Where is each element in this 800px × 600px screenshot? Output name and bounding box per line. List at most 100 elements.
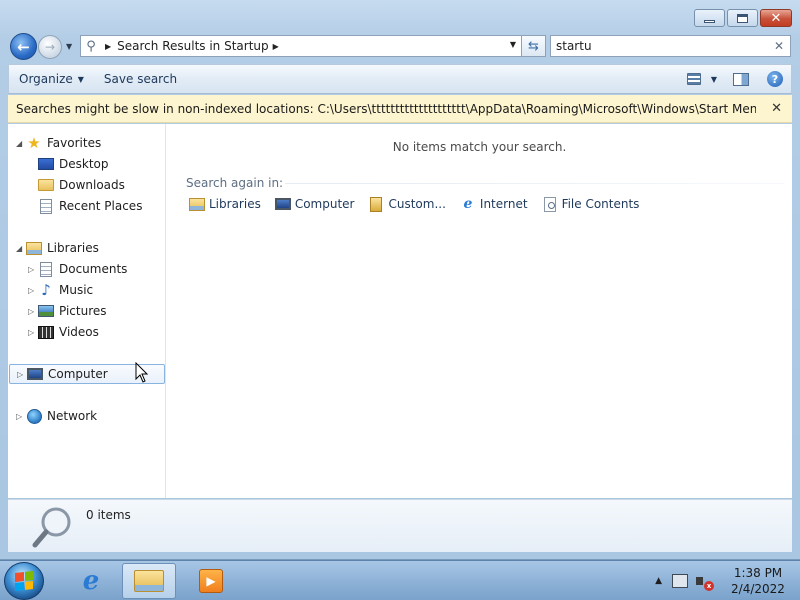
info-bar-message[interactable]: Searches might be slow in non-indexed lo… xyxy=(16,102,756,116)
help-icon[interactable]: ? xyxy=(767,71,783,87)
videos-icon xyxy=(38,324,54,340)
downloads-folder-icon xyxy=(38,177,54,193)
desktop-icon-shape xyxy=(38,158,54,170)
close-button[interactable]: ✕ xyxy=(760,9,792,27)
expand-arrow-icon[interactable]: ▷ xyxy=(28,328,38,337)
network-icon-shape xyxy=(26,408,42,424)
taskbar: e ▶ ▲ x 1:38 PM 2/4/2022 xyxy=(0,560,800,600)
nav-item-videos[interactable]: ▷ Videos xyxy=(28,322,99,342)
search-results-icon: ⚲ xyxy=(86,38,96,54)
clear-search-icon[interactable]: ✕ xyxy=(774,39,784,53)
documents-icon xyxy=(38,261,54,277)
start-button[interactable] xyxy=(4,562,44,600)
expand-arrow-icon[interactable]: ▷ xyxy=(28,286,38,295)
custom-icon-shape xyxy=(370,196,383,212)
nav-item-music[interactable]: ▷ ♪ Music xyxy=(28,280,93,300)
computer-icon-shape xyxy=(27,368,43,380)
save-search-label: Save search xyxy=(103,72,178,86)
nav-item-downloads[interactable]: Downloads xyxy=(38,175,125,195)
expand-arrow-icon[interactable]: ▷ xyxy=(16,412,26,421)
view-options-dropdown-icon[interactable]: ▼ xyxy=(711,75,717,84)
nav-libraries-label: Libraries xyxy=(47,241,99,255)
show-hidden-icons-icon[interactable]: ▲ xyxy=(655,576,662,586)
nav-favorites-label: Favorites xyxy=(47,136,102,150)
nav-item-label: Videos xyxy=(59,325,99,339)
organize-button[interactable]: Organize ▼ xyxy=(9,66,94,92)
volume-muted-icon[interactable]: x xyxy=(696,574,714,591)
magnifier-icon xyxy=(32,507,71,548)
save-search-button[interactable]: Save search xyxy=(94,66,187,92)
libraries-icon xyxy=(189,196,205,212)
refresh-icon: ⇆ xyxy=(528,38,539,54)
info-bar-close-icon[interactable]: ✕ xyxy=(771,101,782,116)
search-again-internet[interactable]: e Internet xyxy=(460,196,527,212)
documents-icon-shape xyxy=(40,261,52,277)
taskbar-internet-explorer[interactable]: e xyxy=(64,563,118,599)
collapse-arrow-icon[interactable]: ◢ xyxy=(16,244,26,253)
breadcrumb-chevron-icon[interactable]: ▶ xyxy=(273,42,279,51)
taskbar-windows-explorer[interactable] xyxy=(122,563,176,599)
custom-icon xyxy=(368,196,384,212)
results-pane[interactable]: No items match your search. Search again… xyxy=(167,124,792,498)
recent-pages-dropdown[interactable]: ▼ xyxy=(66,42,72,51)
refresh-button[interactable]: ⇆ xyxy=(522,35,546,57)
empty-results-message: No items match your search. xyxy=(392,140,567,154)
expand-arrow-icon[interactable]: ▷ xyxy=(28,265,38,274)
back-button[interactable]: ← xyxy=(10,33,37,60)
desktop-icon xyxy=(38,156,54,172)
nav-network-label: Network xyxy=(47,409,98,423)
internet-explorer-icon: e xyxy=(82,566,100,596)
clock-time: 1:38 PM xyxy=(733,566,783,580)
nav-item-documents[interactable]: ▷ Documents xyxy=(28,259,127,279)
address-dropdown-icon[interactable]: ▼ xyxy=(510,40,516,49)
info-bar[interactable]: Searches might be slow in non-indexed lo… xyxy=(8,95,792,123)
nav-item-label: Pictures xyxy=(59,304,107,318)
breadcrumb-separator-icon[interactable]: ▶ xyxy=(105,42,111,51)
folder-icon-shape xyxy=(38,179,54,191)
maximize-icon xyxy=(737,13,748,23)
organize-label: Organize xyxy=(19,72,73,86)
expand-arrow-icon[interactable]: ▷ xyxy=(28,307,38,316)
change-view-icon[interactable] xyxy=(686,73,701,85)
item-count: 0 items xyxy=(86,508,131,522)
nav-item-desktop[interactable]: Desktop xyxy=(38,154,109,174)
recent-places-icon-shape xyxy=(40,198,52,214)
minimize-button[interactable] xyxy=(694,9,725,27)
navigation-pane[interactable]: ◢ ★ Favorites Desktop Downloads Recent P… xyxy=(8,124,166,498)
clock[interactable]: 1:38 PM 2/4/2022 xyxy=(726,565,790,597)
nav-item-pictures[interactable]: ▷ Pictures xyxy=(28,301,107,321)
maximize-button[interactable] xyxy=(727,9,758,27)
nav-item-label: Music xyxy=(59,283,94,297)
minimize-icon xyxy=(704,19,715,23)
search-again-libraries[interactable]: Libraries xyxy=(189,196,261,212)
details-pane: 0 items xyxy=(8,499,792,552)
chevron-down-icon: ▼ xyxy=(77,74,84,84)
search-again-custom[interactable]: Custom... xyxy=(368,196,446,212)
taskbar-media-player[interactable]: ▶ xyxy=(184,563,238,599)
nav-item-recent-places[interactable]: Recent Places xyxy=(38,196,142,216)
breadcrumb[interactable]: Search Results in Startup xyxy=(117,39,268,53)
mouse-cursor-icon xyxy=(135,362,149,383)
forward-arrow-icon: → xyxy=(44,40,56,54)
computer-icon xyxy=(27,366,43,382)
search-again-computer[interactable]: Computer xyxy=(274,196,354,212)
clock-date: 2/4/2022 xyxy=(731,582,785,596)
nav-network[interactable]: ▷ Network xyxy=(16,406,97,426)
nav-libraries[interactable]: ◢ Libraries xyxy=(16,238,99,258)
preview-pane-icon[interactable] xyxy=(733,72,749,86)
computer-icon-shape xyxy=(274,198,291,210)
network-tray-icon[interactable] xyxy=(672,574,688,588)
search-again-locations: Libraries Computer Custom... e Internet … xyxy=(189,196,639,212)
search-again-file-contents[interactable]: File Contents xyxy=(542,196,639,212)
search-query[interactable]: startu xyxy=(556,39,592,53)
libraries-icon xyxy=(26,240,42,256)
back-arrow-icon: ← xyxy=(17,37,30,56)
search-input[interactable]: startu ✕ xyxy=(550,35,791,57)
forward-button[interactable]: → xyxy=(38,35,62,59)
search-again-label: Custom... xyxy=(388,197,446,211)
nav-favorites[interactable]: ◢ ★ Favorites xyxy=(16,133,101,153)
music-icon: ♪ xyxy=(41,281,51,299)
collapse-arrow-icon[interactable]: ◢ xyxy=(16,139,26,148)
expand-arrow-icon[interactable]: ▷ xyxy=(17,370,27,379)
address-bar[interactable]: ⚲ ▶ Search Results in Startup ▶ ▼ xyxy=(80,35,522,57)
